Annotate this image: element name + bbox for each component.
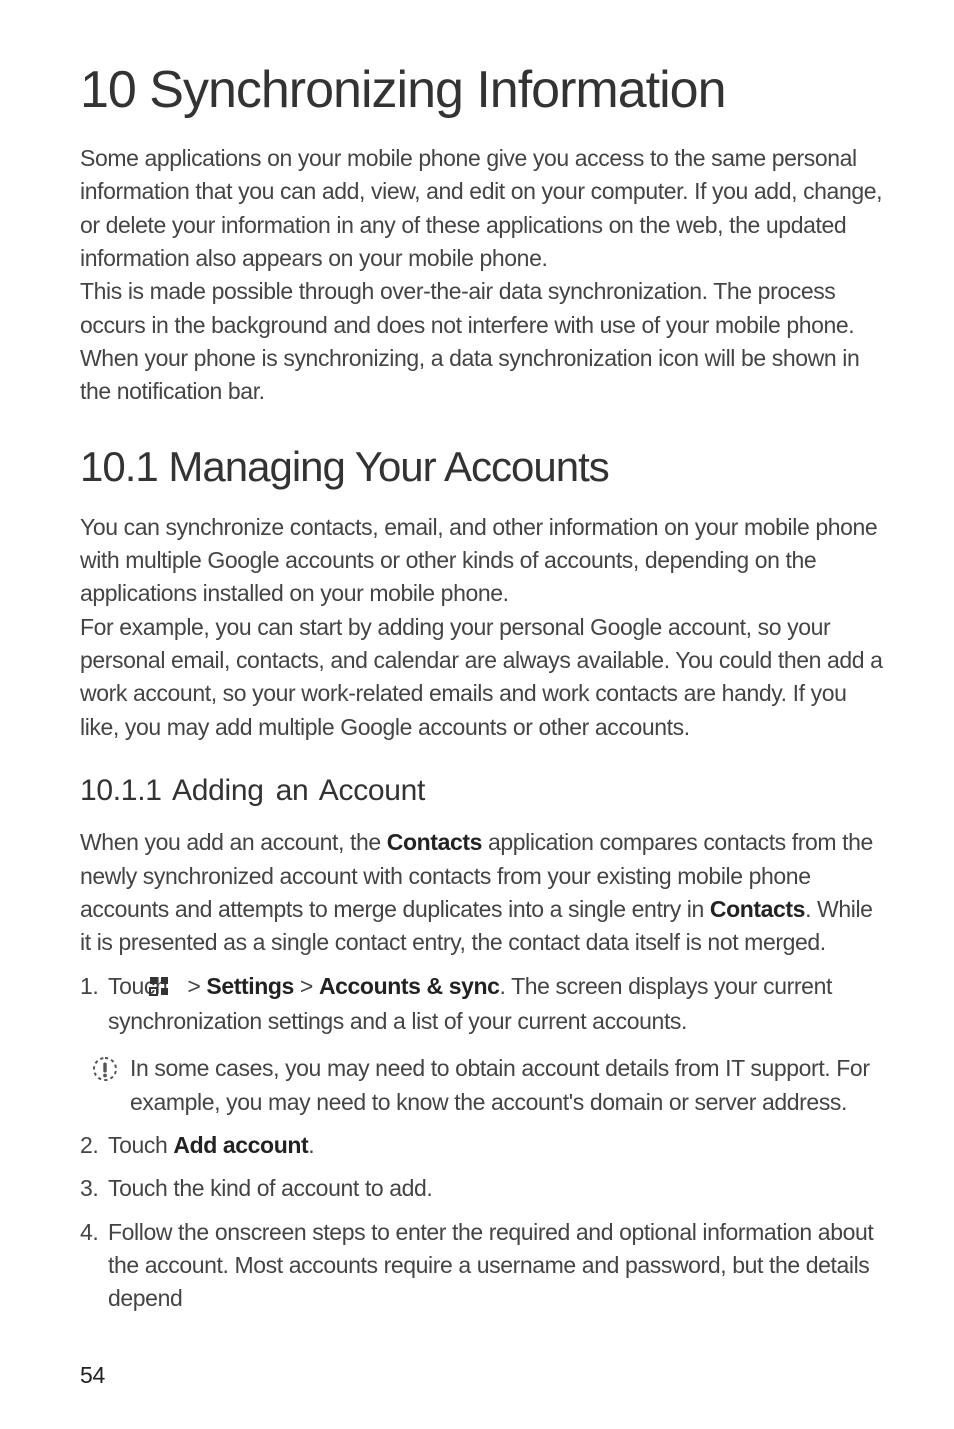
note-callout: In some cases, you may need to obtain ac… [80,1052,884,1119]
chapter-title: 10 Synchronizing Information [80,60,884,120]
steps-list: 1.Touch > Settings > Accounts & sync. Th… [80,970,884,1039]
intro-paragraph-2: This is made possible through over-the-a… [80,275,884,408]
info-icon [80,1052,130,1082]
intro-paragraph-1: Some applications on your mobile phone g… [80,142,884,275]
step-1: 1.Touch > Settings > Accounts & sync. Th… [80,970,884,1039]
step-4: 4.Follow the onscreen steps to enter the… [80,1216,884,1316]
steps-list-continued: 2.Touch Add account. 3.Touch the kind of… [80,1129,884,1316]
subsection-title: 10.1.1 Adding an Account [80,774,884,808]
subsection-paragraph: When you add an account, the Contacts ap… [80,826,884,959]
section-paragraph-1: You can synchronize contacts, email, and… [80,511,884,611]
note-text: In some cases, you may need to obtain ac… [130,1052,884,1119]
step-3: 3.Touch the kind of account to add. [80,1172,884,1205]
section-paragraph-2: For example, you can start by adding you… [80,611,884,744]
page-number: 54 [80,1362,105,1389]
section-title: 10.1 Managing Your Accounts [80,443,884,491]
step-2: 2.Touch Add account. [80,1129,884,1162]
